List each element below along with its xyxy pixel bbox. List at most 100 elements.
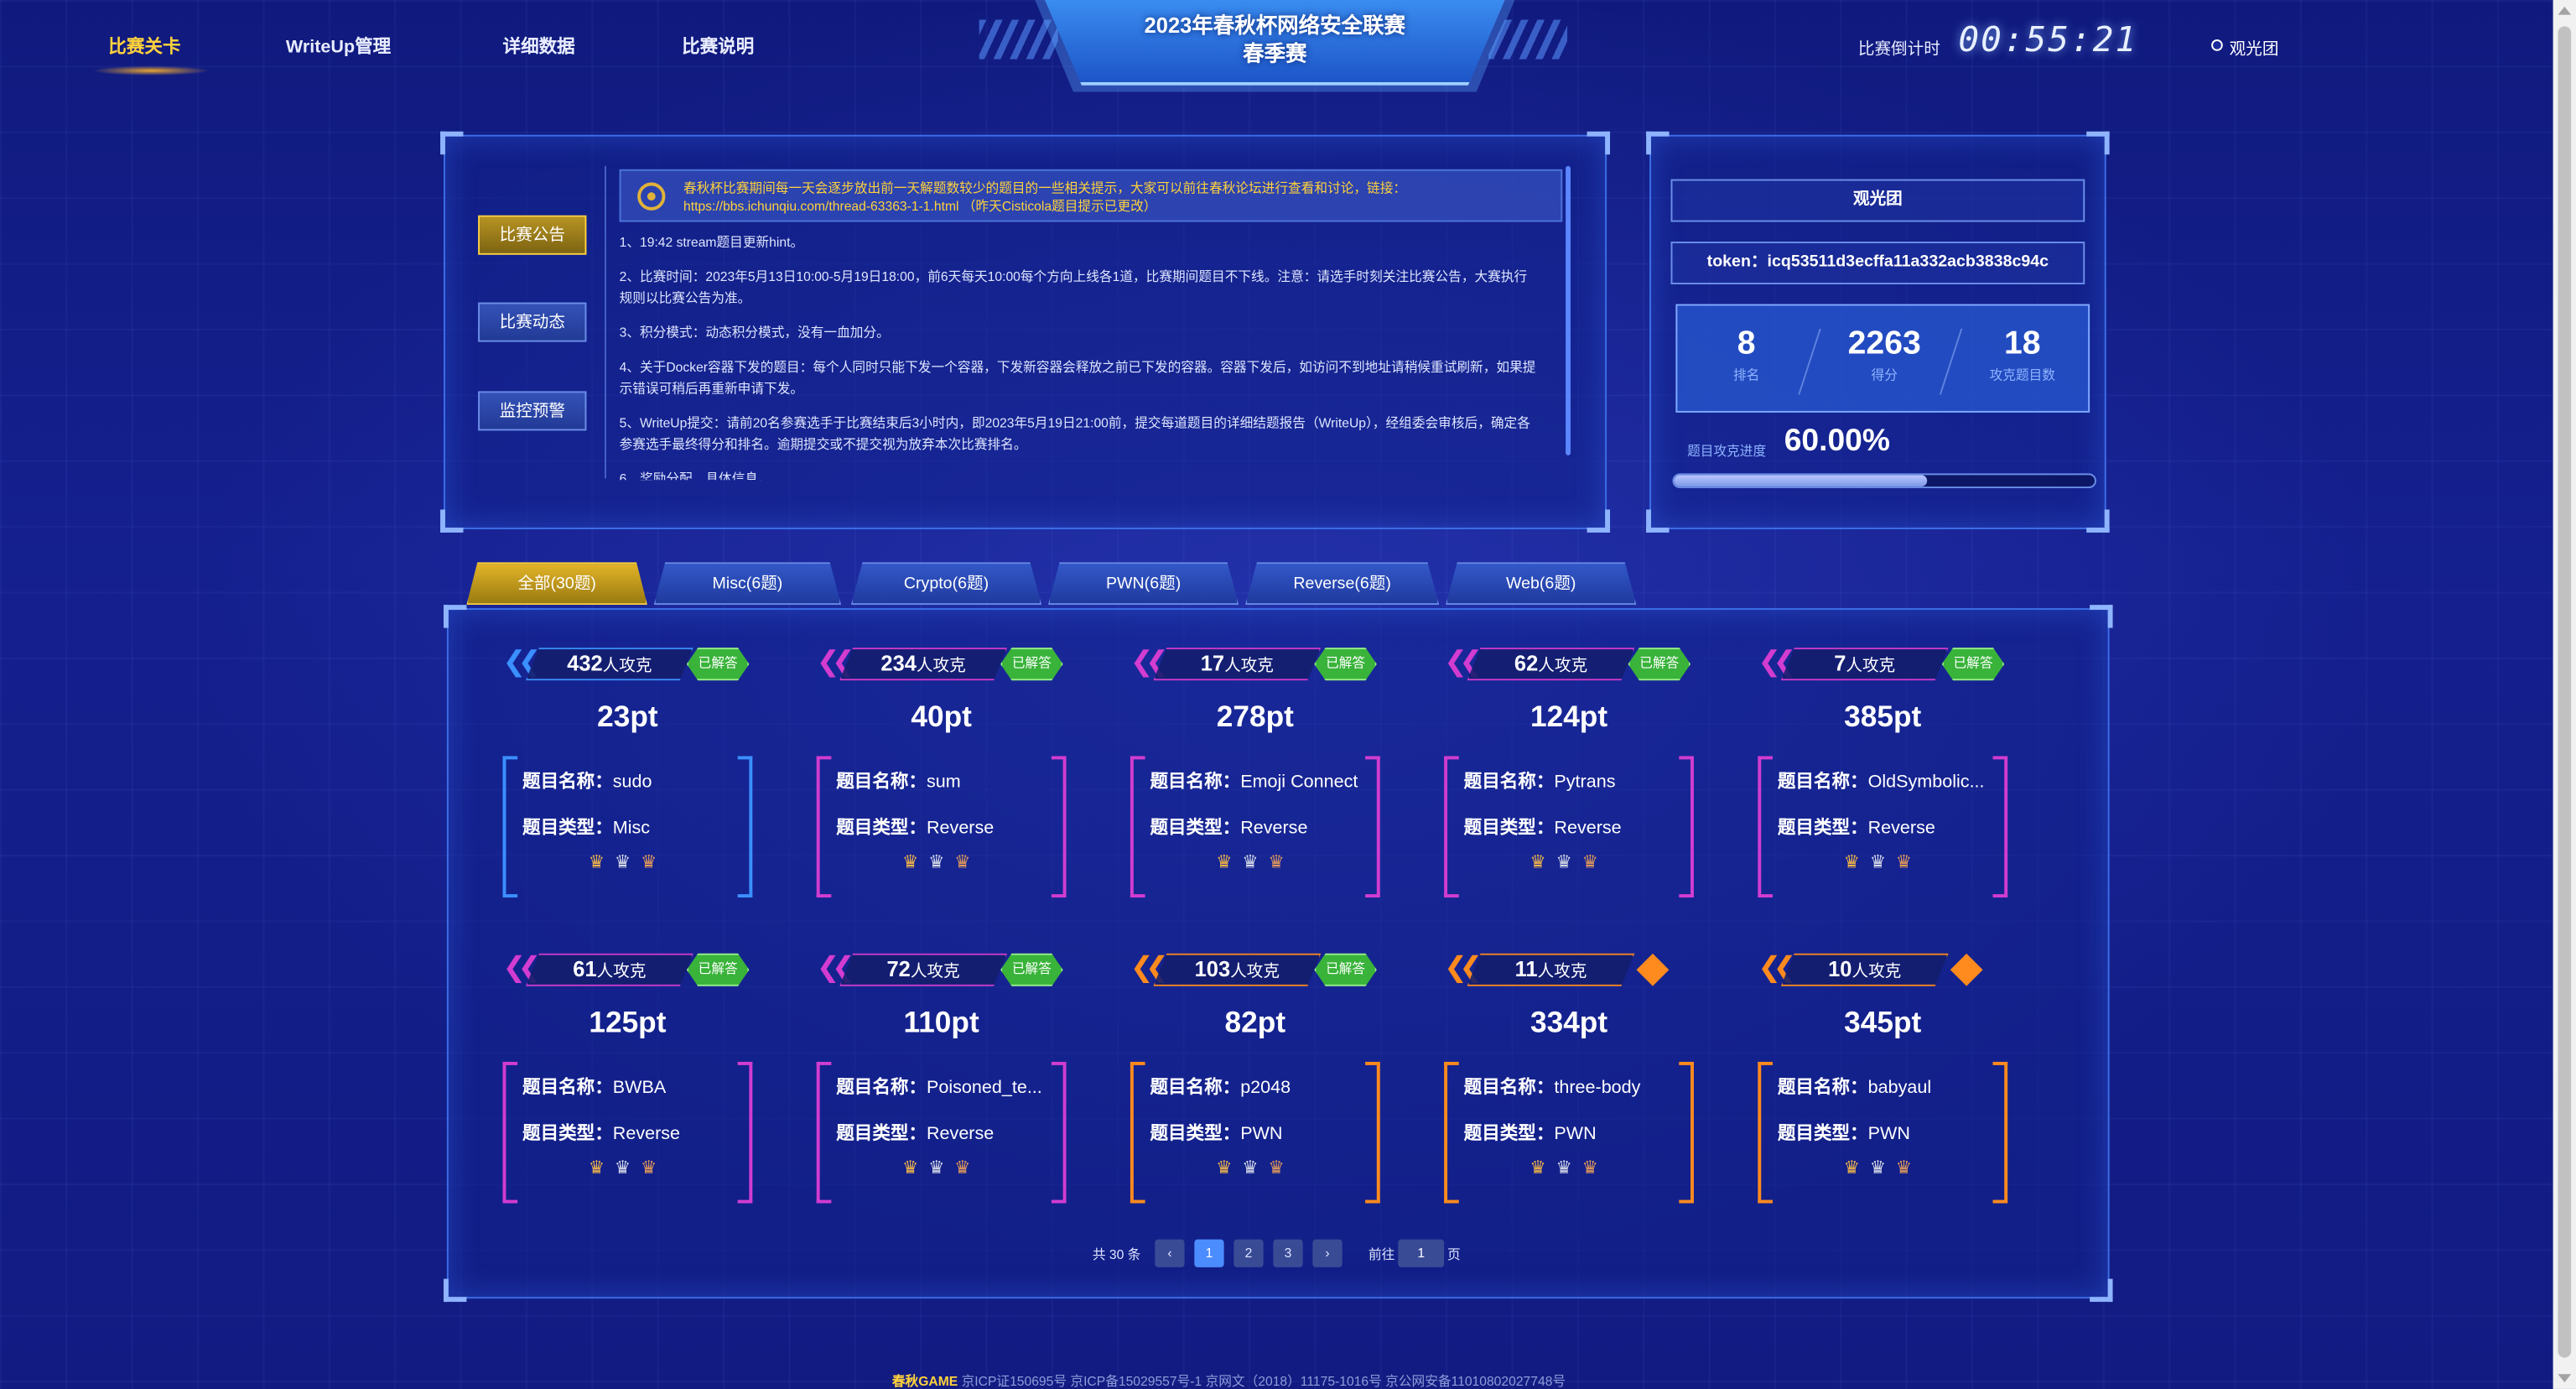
nav-active-glow: [91, 65, 210, 76]
pagination-goto-input[interactable]: 1: [1398, 1239, 1445, 1267]
solves-badge: 72人攻克: [839, 953, 1007, 986]
tab-misc[interactable]: Misc(6题): [653, 562, 842, 606]
crown-gold-icon: ♛: [1843, 1157, 1870, 1179]
crown-bronze-icon: ♛: [640, 1157, 667, 1179]
progress-label: 题目攻克进度: [1687, 444, 1767, 459]
solves-badge: 103人攻克: [1153, 953, 1322, 986]
side-button-announcement[interactable]: 比赛公告: [478, 215, 587, 255]
crown-silver-icon: ♛: [1242, 1157, 1269, 1179]
solved-badge: 已解答: [1000, 953, 1063, 986]
solves-header: ❮❮ 61人攻克 已解答: [496, 950, 759, 990]
challenge-type: 题目类型：Reverse: [836, 1120, 1062, 1146]
rule-item: 1、19:42 stream题目更新hint。: [619, 235, 804, 250]
pagination-page-2[interactable]: 2: [1233, 1239, 1264, 1267]
blood-crowns: ♛♛♛: [810, 1158, 1072, 1178]
challenge-card[interactable]: ❮❮ 10人攻克 345pt 题目名称：babyaul 题目类型：PWN ♛♛♛: [1752, 950, 2014, 1214]
solved-badge: 已解答: [1314, 648, 1377, 681]
challenge-name-value: sum: [926, 773, 961, 793]
challenge-card[interactable]: ❮❮ 62人攻克 已解答 124pt 题目名称：Pytrans 题目类型：Reverse ♛…: [1437, 644, 1700, 908]
card-bracket: [1130, 756, 1145, 897]
card-bracket: [1130, 1061, 1145, 1204]
challenge-name: 题目名称：OldSymbolic...: [1778, 767, 2004, 793]
tab-all[interactable]: 全部(30题): [466, 562, 647, 606]
page-scrollbar[interactable]: [2553, 0, 2576, 1389]
challenge-card[interactable]: ❮❮ 234人攻克 已解答 40pt 题目名称：sum 题目类型：Reverse ♛♛♛: [810, 644, 1072, 908]
challenge-type-label: 题目类型：: [836, 1124, 927, 1144]
diamond-icon: [1950, 953, 1983, 986]
stat-score: 2263 得分: [1815, 325, 1954, 385]
diamond-icon: [1636, 953, 1670, 986]
blood-crowns: ♛♛♛: [1752, 851, 2014, 872]
challenge-card[interactable]: ❮❮ 7人攻克 已解答 385pt 题目名称：OldSymbolic... 题目类型：Re…: [1752, 644, 2014, 908]
tab-reverse[interactable]: Reverse(6题): [1245, 562, 1440, 606]
chevron-double-icon: ❮❮: [1444, 646, 1483, 679]
pagination-prev-button[interactable]: ‹: [1155, 1239, 1185, 1267]
blood-crowns: ♛♛♛: [1752, 1158, 2014, 1178]
challenge-name-value: Poisoned_te...: [926, 1078, 1042, 1099]
pagination-page-1[interactable]: 1: [1194, 1239, 1224, 1267]
side-button-news[interactable]: 比赛动态: [478, 302, 587, 342]
challenge-card[interactable]: ❮❮ 61人攻克 已解答 125pt 题目名称：BWBA 题目类型：Reverse ♛♛♛: [496, 950, 759, 1214]
chevron-double-icon: ❮❮: [502, 951, 542, 985]
page-title: 2023年春秋杯网络安全联赛 春季赛: [1045, 12, 1505, 68]
challenge-type: 题目类型：Misc: [522, 814, 749, 840]
solves-unit: 人攻克: [1224, 657, 1274, 676]
challenge-points: 345pt: [1844, 1006, 1922, 1039]
tab-pwn[interactable]: PWN(6题): [1047, 562, 1239, 606]
team-panel: 观光团 token：icq53511d3ecffa11a332acb3838c9…: [1646, 131, 2110, 533]
challenge-type: 题目类型：PWN: [1150, 1120, 1376, 1146]
challenge-type-label: 题目类型：: [1777, 1124, 1868, 1144]
chevron-left-icon: ‹: [1167, 1246, 1172, 1262]
solves-badge: 234人攻克: [839, 648, 1007, 681]
stat-value: 2263: [1847, 325, 1921, 362]
tab-web[interactable]: Web(6题): [1446, 562, 1637, 606]
blood-crowns: ♛♛♛: [1437, 1158, 1700, 1178]
progress-fill: [1674, 475, 1927, 487]
crown-silver-icon: ♛: [1242, 851, 1269, 873]
nav-item-writeup[interactable]: WriteUp管理: [286, 33, 391, 59]
solves-badge: 432人攻克: [525, 648, 693, 681]
rules-scrollbar[interactable]: [1566, 165, 1571, 455]
challenge-card[interactable]: ❮❮ 103人攻克 已解答 82pt 题目名称：p2048 题目类型：PWN ♛♛♛: [1124, 950, 1386, 1214]
crown-bronze-icon: ♛: [640, 851, 667, 873]
blood-crowns: ♛♛♛: [1437, 851, 1700, 872]
solves-unit: 人攻克: [916, 657, 966, 676]
rule-item: 2、比赛时间：2023年5月13日10:00-5月19日18:00，前6天每天1…: [619, 269, 1528, 306]
notice-icon: [637, 182, 666, 211]
challenge-card[interactable]: ❮❮ 432人攻克 已解答 23pt 题目名称：sudo 题目类型：Misc ♛♛♛: [496, 644, 759, 908]
crown-gold-icon: ♛: [1216, 851, 1243, 873]
card-bracket: [1444, 1061, 1459, 1204]
nav-item-details[interactable]: 详细数据: [503, 33, 575, 59]
card-bracket: [1444, 756, 1459, 897]
scroll-up-arrow-icon[interactable]: [2558, 6, 2572, 15]
pagination-page-3[interactable]: 3: [1273, 1239, 1303, 1267]
nav-item-levels[interactable]: 比赛关卡: [108, 33, 180, 59]
solves-header: ❮❮ 103人攻克 已解答: [1124, 950, 1386, 990]
scroll-down-arrow-icon[interactable]: [2558, 1374, 2572, 1383]
stat-label: 得分: [1871, 367, 1898, 383]
side-button-monitor[interactable]: 监控预警: [478, 391, 587, 431]
crown-silver-icon: ♛: [1555, 1157, 1582, 1179]
chevron-double-icon: ❮❮: [816, 951, 855, 985]
challenge-points: 278pt: [1216, 700, 1294, 734]
challenge-card[interactable]: ❮❮ 17人攻克 已解答 278pt 题目名称：Emoji Connect 题目类型：Re…: [1124, 644, 1386, 908]
challenge-type-value: PWN: [1240, 1124, 1283, 1144]
team-name[interactable]: 观光团: [2230, 34, 2279, 60]
pagination-next-button[interactable]: ›: [1312, 1239, 1343, 1267]
challenge-type-value: Misc: [612, 818, 651, 839]
challenge-points: 334pt: [1530, 1006, 1608, 1039]
rule-item: 3、积分模式：动态积分模式，没有一血加分。: [619, 325, 890, 341]
crown-bronze-icon: ♛: [1581, 1157, 1608, 1179]
nav-item-rules[interactable]: 比赛说明: [682, 33, 754, 59]
solves-header: ❮❮ 72人攻克 已解答: [810, 950, 1072, 990]
tab-crypto[interactable]: Crypto(6题): [850, 562, 1042, 606]
scroll-thumb[interactable]: [2558, 26, 2572, 1358]
blood-crowns: ♛♛♛: [810, 851, 1072, 872]
challenge-card[interactable]: ❮❮ 72人攻克 已解答 110pt 题目名称：Poisoned_te... 题目类型：R…: [810, 950, 1072, 1214]
solves-count: 432: [567, 651, 603, 676]
footer-text: 京ICP证150695号 京ICP备15029557号-1 京网文（2018）1…: [961, 1374, 1566, 1389]
solves-count: 11: [1514, 956, 1538, 981]
team-radio-icon: [2211, 39, 2223, 51]
challenge-points: 82pt: [1224, 1006, 1286, 1039]
challenge-card[interactable]: ❮❮ 11人攻克 334pt 题目名称：three-body 题目类型：PWN ♛♛♛: [1437, 950, 1700, 1214]
